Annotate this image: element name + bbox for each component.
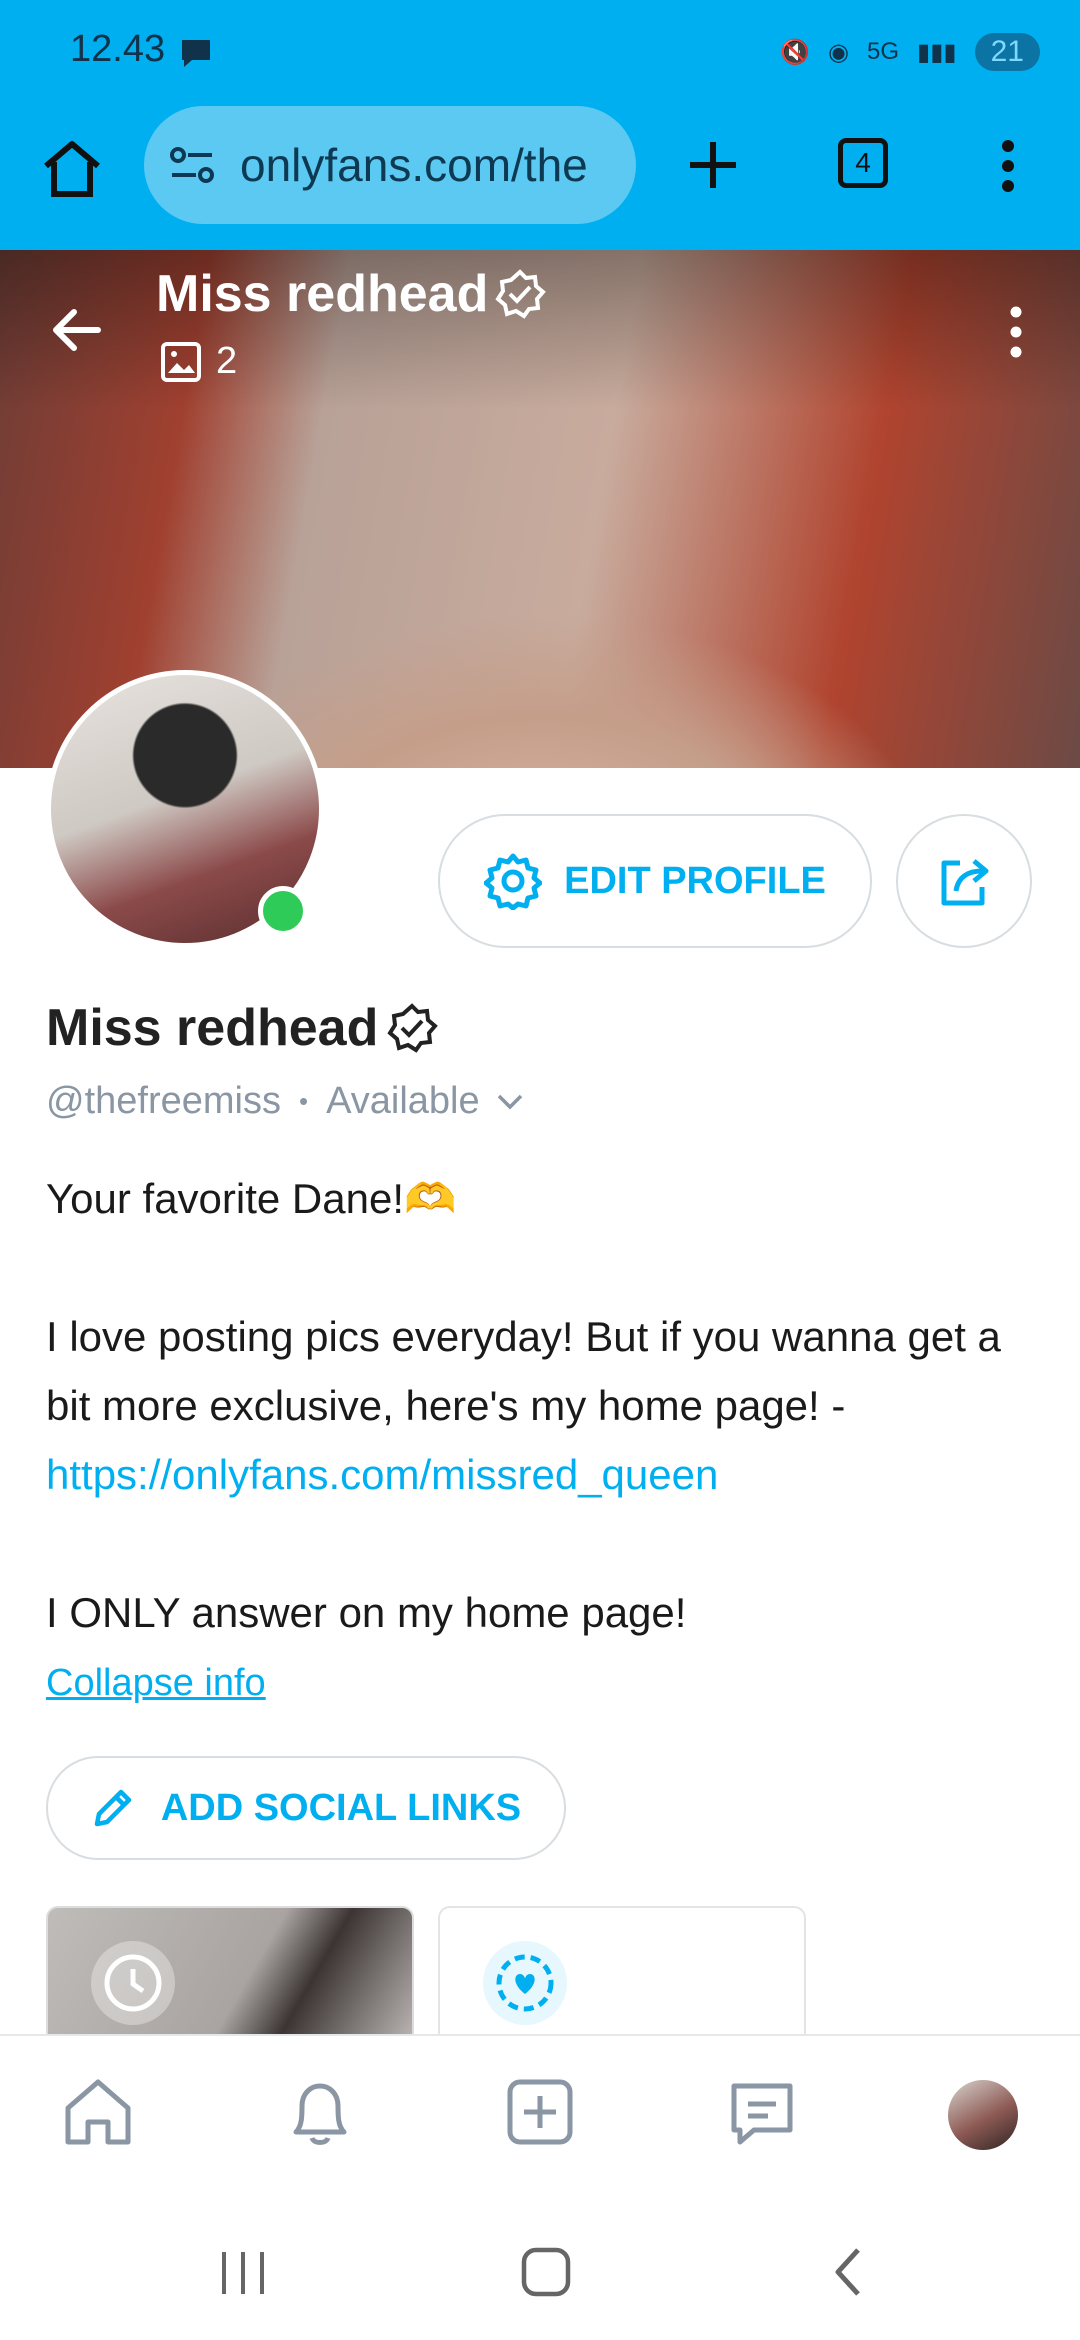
pencil-icon	[94, 1789, 132, 1827]
availability-label: Available	[326, 1080, 480, 1122]
profile-meta: @thefreemiss • Available	[46, 1080, 524, 1123]
edit-profile-button[interactable]: EDIT PROFILE	[438, 814, 872, 948]
heart-icon	[483, 1941, 567, 2025]
back-icon[interactable]	[828, 2244, 868, 2300]
tabs-icon[interactable]: 4	[838, 138, 888, 188]
nav-profile-avatar[interactable]	[948, 2080, 1018, 2150]
cover-title-text: Miss redhead	[156, 265, 489, 323]
add-social-label: ADD SOCIAL LINKS	[160, 1786, 522, 1829]
bell-icon	[293, 2083, 347, 2145]
bio-line: I love posting pics everyday! But if you…	[46, 1313, 1001, 1429]
cover-title: Miss redhead	[156, 264, 547, 324]
home-button-icon[interactable]	[518, 2244, 574, 2300]
url-text: onlyfans.com/the	[240, 139, 588, 191]
verified-icon	[387, 1003, 439, 1053]
image-icon	[161, 341, 201, 382]
battery-indicator: 21	[974, 33, 1040, 71]
recents-icon[interactable]	[216, 2248, 270, 2298]
more-vert-icon[interactable]	[1004, 304, 1028, 360]
profile-name: Miss redhead	[46, 998, 439, 1058]
profile-bio: Your favorite Dane!🫶 I love posting pics…	[46, 1164, 1046, 1647]
share-button[interactable]	[896, 814, 1032, 948]
nav-messages[interactable]	[722, 2072, 802, 2152]
share-icon	[941, 859, 989, 906]
collapse-info-link[interactable]: Collapse info	[46, 1662, 266, 1705]
status-icons: 🔇 ◉ 5G ▮▮▮ 21	[780, 30, 1040, 74]
site-settings-icon[interactable]	[162, 135, 222, 195]
chat-bubble-icon	[182, 40, 210, 67]
media-count: 2	[160, 340, 237, 383]
bio-line: I ONLY answer on my home page!	[46, 1589, 687, 1636]
online-indicator	[258, 886, 308, 936]
edit-profile-label: EDIT PROFILE	[564, 859, 826, 902]
profile-name-text: Miss redhead	[46, 999, 379, 1057]
availability-dropdown[interactable]: Available	[326, 1080, 524, 1123]
status-time: 12.43	[70, 28, 166, 70]
meta-separator: •	[298, 1086, 309, 1116]
add-post-icon	[507, 2079, 573, 2145]
chat-icon	[731, 2083, 793, 2145]
handle: @thefreemiss	[46, 1080, 281, 1122]
verified-icon	[495, 269, 547, 319]
chevron-down-icon	[497, 1094, 522, 1109]
gear-icon	[484, 853, 543, 910]
post-card[interactable]	[46, 1906, 414, 2036]
plus-icon[interactable]	[686, 138, 740, 192]
subscription-card[interactable]	[438, 1906, 806, 2036]
home-icon	[65, 2079, 131, 2145]
url-bar[interactable]: onlyfans.com/the	[144, 106, 636, 224]
bio-link[interactable]: https://onlyfans.com/missred_queen	[46, 1451, 718, 1498]
mute-icon: 🔇	[780, 38, 811, 66]
more-vert-icon[interactable]	[996, 136, 1020, 196]
clock-icon	[91, 1941, 175, 2025]
network-label: 5G	[866, 38, 899, 65]
home-icon[interactable]	[40, 136, 104, 200]
media-count-text: 2	[216, 340, 238, 382]
hotspot-icon: ◉	[828, 38, 849, 66]
nav-home[interactable]	[58, 2072, 138, 2152]
nav-add-post[interactable]	[500, 2072, 580, 2152]
nav-notifications[interactable]	[280, 2072, 360, 2152]
signal-icon: ▮▮▮	[917, 38, 957, 66]
bio-line: Your favorite Dane!🫶	[46, 1175, 457, 1222]
back-arrow-icon[interactable]	[48, 300, 108, 360]
add-social-links-button[interactable]: ADD SOCIAL LINKS	[46, 1756, 566, 1860]
